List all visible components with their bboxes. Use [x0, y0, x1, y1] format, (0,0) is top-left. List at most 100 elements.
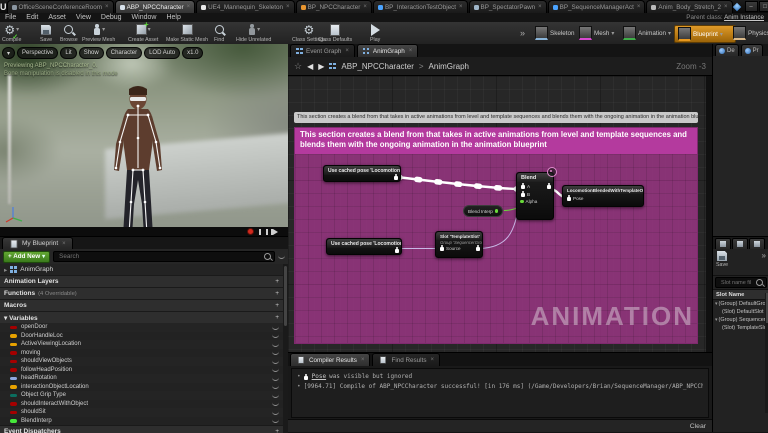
filter-eye-icon[interactable]: [278, 254, 285, 259]
toolbar-preview-mesh-button[interactable]: ▾ Preview Mesh: [82, 23, 115, 43]
node-use-cached-pose-bottom[interactable]: Use cached pose 'LocomotionStarting': [326, 238, 402, 255]
nav-back-icon[interactable]: ◀: [307, 62, 313, 71]
asset-tab-BP_SpectatorPawn[interactable]: BP_SpectatorPawn ×: [468, 0, 547, 13]
close-icon[interactable]: ×: [459, 4, 463, 10]
graph-tab-animgraph[interactable]: AnimGraph ×: [356, 44, 419, 57]
animgraph-canvas[interactable]: This section creates a blend from that t…: [288, 76, 706, 352]
node-blend-interp-getter[interactable]: Blend Interp: [463, 205, 504, 217]
mode-button-physics[interactable]: Physics: [730, 25, 768, 41]
close-icon[interactable]: ×: [409, 48, 413, 54]
tab-my-blueprint[interactable]: My Blueprint ×: [2, 237, 73, 249]
mode-button-skeleton[interactable]: Skeleton: [532, 25, 580, 41]
toolbar-play-button[interactable]: Play: [370, 23, 380, 43]
eye-closed-icon[interactable]: [272, 350, 279, 356]
variable-row-shouldSit[interactable]: shouldSit: [0, 408, 283, 417]
minimize-button[interactable]: –: [744, 1, 758, 12]
add-icon[interactable]: +: [275, 278, 279, 285]
variable-row-moving[interactable]: moving: [0, 348, 283, 357]
viewport-button-perspective[interactable]: Perspective: [17, 47, 59, 59]
toolbar-create-asset-button[interactable]: ▾Create Asset: [128, 20, 158, 43]
close-icon[interactable]: ×: [637, 4, 641, 10]
eye-closed-icon[interactable]: [272, 393, 279, 398]
add-icon[interactable]: +: [275, 290, 279, 297]
right-tab-pr[interactable]: Pr: [740, 44, 763, 56]
close-icon[interactable]: ×: [345, 48, 349, 54]
my-blueprint-search[interactable]: [53, 251, 275, 262]
search-input[interactable]: [57, 252, 261, 261]
eye-closed-icon[interactable]: [272, 401, 279, 407]
section-variables[interactable]: ▾ Variables +: [0, 311, 283, 323]
asset-tab-OfficeSceneConferenceRoom[interactable]: OfficeSceneConferenceRoom ×: [6, 0, 114, 13]
eye-closed-icon[interactable]: [272, 376, 279, 381]
mode-button-mesh[interactable]: Mesh ▾: [576, 25, 624, 41]
variable-row-shouldInteractWithObject[interactable]: shouldInteractWithObject: [0, 399, 283, 408]
pose-pin-in[interactable]: [439, 245, 444, 251]
node-use-cached-pose-top[interactable]: Use cached pose 'LocomotionStarting': [323, 165, 401, 182]
viewport-button-x1-0[interactable]: x1.0: [182, 47, 204, 59]
sidebar-item-animgraph[interactable]: ▸ AnimGraph: [0, 264, 283, 275]
tab-find-results[interactable]: Find Results ×: [372, 353, 440, 366]
viewport-button-show[interactable]: Show: [78, 47, 104, 59]
maximize-button[interactable]: □: [758, 1, 768, 12]
asset-tab-BP_NPCCharacter[interactable]: BP_NPCCharacter ×: [295, 0, 372, 13]
close-icon[interactable]: ×: [538, 4, 542, 10]
variable-row-interactionObjectLocation[interactable]: interactionObjectLocation: [0, 382, 283, 391]
asset-tab-Anim_Body_Stretch_2[interactable]: Anim_Body_Stretch_2 ×: [646, 0, 733, 13]
overflow-chevrons-icon[interactable]: »: [520, 28, 525, 38]
pose-pin-out[interactable]: [393, 174, 398, 180]
variable-row-headRotation[interactable]: headRotation: [0, 374, 283, 383]
watch-icon[interactable]: [547, 167, 557, 177]
toolbar-hide-unrelated-button[interactable]: ▾ Hide Unrelated: [236, 23, 271, 43]
slot-filter-input[interactable]: [719, 278, 753, 287]
pose-pin-out[interactable]: [394, 247, 399, 253]
close-icon[interactable]: ×: [361, 357, 365, 363]
close-icon[interactable]: ×: [724, 4, 728, 10]
toolbar-find-button[interactable]: Find: [214, 23, 224, 43]
menu-view[interactable]: View: [71, 14, 96, 21]
pose-pin-in[interactable]: [566, 195, 571, 201]
pose-pin-out[interactable]: [475, 245, 480, 251]
slot-save-button[interactable]: Save: [716, 251, 728, 268]
eye-closed-icon[interactable]: [272, 367, 279, 373]
nav-forward-icon[interactable]: ▶: [318, 62, 324, 71]
viewport-button-lod-auto[interactable]: LOD Auto: [144, 47, 181, 59]
eye-closed-icon[interactable]: [272, 418, 279, 424]
preview-viewport[interactable]: ▾ Perspective Lit Show Character LOD Auto x1.0…: [0, 44, 288, 236]
menu-debug[interactable]: Debug: [96, 14, 127, 21]
asset-tab-UE4_Mannequin_Skeleton[interactable]: UE4_Mannequin_Skeleton ×: [196, 0, 295, 13]
menu-edit[interactable]: Edit: [21, 14, 43, 21]
close-icon[interactable]: ×: [363, 4, 367, 10]
minitab-3[interactable]: [749, 238, 765, 249]
clear-button[interactable]: Clear: [690, 423, 706, 430]
toolbar-save-button[interactable]: Save: [40, 23, 52, 43]
viewport-button-character[interactable]: Character: [105, 47, 143, 59]
mode-button-animation[interactable]: Animation ▾: [620, 25, 678, 41]
viewport-button-lit[interactable]: Lit: [60, 47, 77, 59]
toolbar-browse-button[interactable]: Browse: [60, 23, 78, 43]
variable-row-shouldViewObjects[interactable]: shouldViewObjects: [0, 357, 283, 366]
add-icon[interactable]: +: [275, 302, 279, 309]
eye-closed-icon[interactable]: [272, 342, 279, 347]
add-icon[interactable]: +: [275, 428, 279, 433]
asset-tab-ABP_NPCCharacter[interactable]: ABP_NPCCharacter ×: [114, 0, 196, 13]
mode-button-blueprint[interactable]: Blueprint ▾: [674, 25, 736, 43]
toolbar-class-defaults-button[interactable]: Class Defaults: [318, 23, 352, 43]
close-icon[interactable]: ×: [430, 357, 434, 363]
float-pin-out[interactable]: [494, 209, 499, 213]
section-animation-layers[interactable]: Animation Layers +: [0, 275, 283, 287]
variable-row-followHeadPosition[interactable]: followHeadPosition: [0, 365, 283, 374]
graph-tab-event-graph[interactable]: Event Graph ×: [290, 44, 355, 57]
eye-closed-icon[interactable]: [272, 359, 279, 364]
step-forward-icon[interactable]: [271, 228, 278, 235]
eye-closed-icon[interactable]: [272, 384, 279, 390]
viewport-menu-button[interactable]: ▾: [2, 47, 16, 59]
alpha-pin[interactable]: [520, 199, 524, 204]
breadcrumb-current[interactable]: AnimGraph: [429, 62, 469, 71]
slot-filter-box[interactable]: [715, 277, 767, 288]
node-blend[interactable]: Blend A B Alpha: [516, 172, 554, 220]
slot-row-3[interactable]: (Slot) TemplateSlot: [713, 324, 768, 332]
parent-class-link[interactable]: Anim Instance: [724, 14, 764, 21]
minitab-2[interactable]: [732, 238, 748, 249]
log-link[interactable]: Pose: [312, 372, 326, 382]
node-save-cached-pose[interactable]: LocomotionBlendedWithTemplateOverride Po…: [562, 185, 644, 207]
